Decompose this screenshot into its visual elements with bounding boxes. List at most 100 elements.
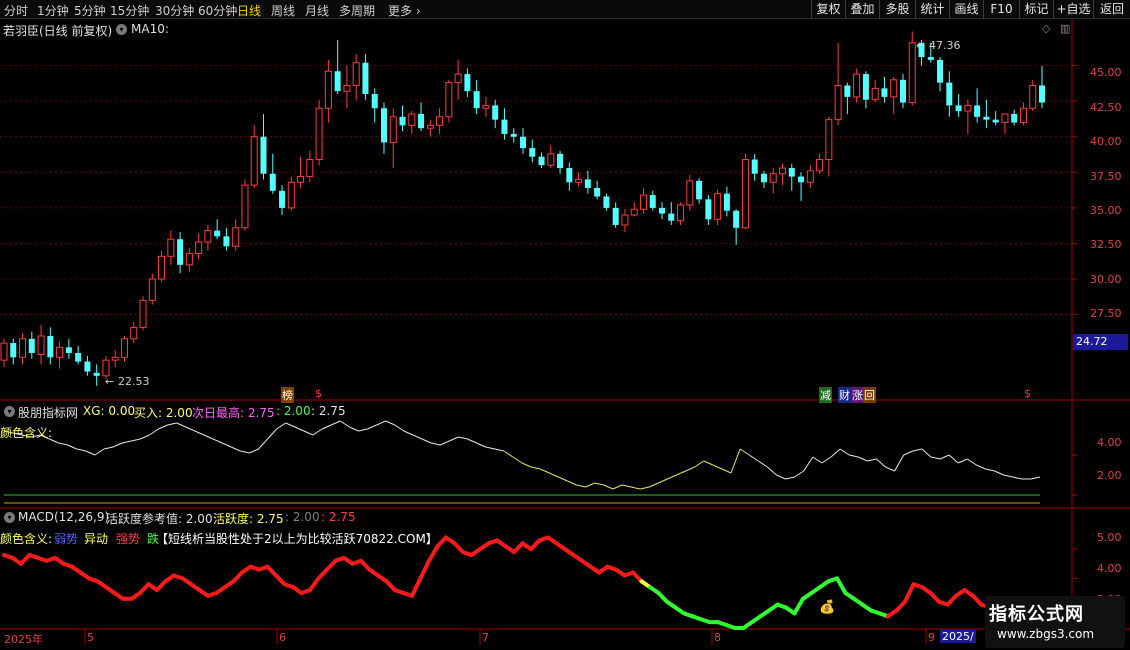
candle-body	[510, 133, 517, 137]
candle-body	[946, 82, 953, 106]
candle-body	[696, 180, 703, 200]
panel1-line-segment	[330, 420, 341, 426]
candle-body	[1029, 85, 1037, 109]
candle-body	[352, 62, 360, 86]
panel1-line-segment	[912, 448, 922, 452]
panel1-line-segment	[703, 460, 714, 466]
candle-body	[10, 343, 17, 358]
candle-body	[723, 193, 730, 211]
marker-dollar[interactable]: $	[1024, 387, 1031, 400]
candle-body	[482, 104, 490, 109]
candle-body	[148, 278, 156, 301]
panel2-note: 【短线析当股性处于2以上为比较活跃70822.COM】	[156, 532, 438, 546]
legend-move: 异动	[84, 532, 109, 546]
panel1-line-segment	[821, 456, 832, 464]
panel1-line-segment	[449, 436, 459, 442]
candle-body	[464, 74, 471, 92]
candle-body	[686, 180, 694, 206]
panel1-line-segment	[721, 468, 732, 474]
panel2-tick: 5.00	[1097, 531, 1122, 544]
candle-body	[806, 170, 814, 183]
low-price-label: 22.53	[118, 375, 150, 388]
high-price-label: 47.36	[929, 39, 961, 52]
panel1-line-segment	[758, 460, 768, 468]
panel2-line-segment	[308, 576, 321, 593]
candle-body	[287, 181, 295, 209]
candle-body	[371, 94, 378, 109]
panel2-tick: 4.00	[1097, 562, 1122, 575]
panel1-line-segment	[830, 448, 841, 458]
candle-body	[834, 85, 842, 121]
marker-finance[interactable]: 财	[838, 387, 851, 403]
panel1-line-segment	[149, 428, 159, 436]
candle-body	[798, 176, 805, 183]
panel1-line-segment	[440, 440, 450, 446]
panel1-line-segment	[748, 454, 759, 462]
panel1-line-segment	[585, 482, 595, 488]
panel1-line-segment	[85, 450, 96, 456]
panel1-line-segment	[285, 422, 296, 428]
panel1-line-segment	[894, 454, 905, 472]
marker-reduce[interactable]: 减	[819, 387, 832, 403]
watermark: 指标公式网 www.zbgs3.com	[985, 596, 1125, 648]
candle-body	[232, 227, 240, 247]
marker-dollar[interactable]: $	[315, 387, 322, 400]
candle-body	[362, 62, 369, 95]
candle-body	[93, 372, 100, 376]
chevron-down-icon[interactable]: ▾	[4, 512, 15, 523]
candle-body	[890, 79, 898, 98]
candle-body	[937, 59, 944, 83]
current-price-tag: 24.72	[1073, 334, 1128, 350]
panel2-line-segment	[792, 596, 805, 616]
panel1-line-segment	[640, 486, 650, 490]
candle-body	[649, 195, 656, 208]
candle-body	[816, 159, 824, 172]
panel2-legend-title: 颜色含义:	[0, 532, 53, 546]
chevron-down-icon[interactable]: ▾	[116, 24, 127, 35]
candle-body	[102, 359, 110, 377]
panel1-line-segment	[249, 448, 259, 454]
panel1-line-segment	[158, 424, 168, 430]
panel2-value-a: : 2.00	[285, 510, 320, 524]
candle-body	[844, 85, 851, 97]
candle-body	[56, 346, 64, 358]
panel1-line-segment	[312, 428, 323, 436]
panel1-next-high: 次日最高: 2.75	[192, 406, 275, 420]
candle-body	[269, 173, 276, 191]
price-tick: 40.00	[1090, 135, 1122, 148]
price-tick: 27.50	[1090, 307, 1122, 320]
window-icon[interactable]: ▥	[1060, 22, 1070, 35]
panel1-line-segment	[176, 422, 186, 428]
panel1-line-segment	[930, 456, 941, 460]
panel1-line-segment	[421, 438, 432, 444]
candle-body	[575, 178, 583, 183]
panel1-line-segment	[667, 474, 677, 480]
panel1-line-segment	[203, 434, 214, 440]
chevron-down-icon[interactable]: ▾	[4, 406, 15, 417]
panel2-title: MACD(12,26,9)	[18, 510, 110, 524]
candle-body	[871, 87, 879, 101]
panel1-line-segment	[1012, 476, 1022, 480]
marker-back[interactable]: 回	[863, 387, 876, 403]
panel1-line-segment	[385, 420, 395, 426]
candle-body	[343, 85, 351, 92]
candle-body	[75, 353, 82, 362]
candle-body	[185, 252, 193, 266]
panel1-line-segment	[767, 466, 777, 476]
candle-body	[612, 207, 619, 225]
candle-body	[1001, 113, 1009, 124]
candle-body	[825, 119, 833, 160]
panel1-line-segment	[167, 422, 177, 426]
stock-title: 若羽臣(日线 前复权)	[3, 24, 113, 38]
date-label: 2025年	[4, 633, 43, 646]
candle-body	[881, 88, 888, 97]
marker-rank[interactable]: 榜	[281, 387, 294, 403]
candle-body	[167, 238, 175, 257]
price-tick: 42.50	[1090, 101, 1122, 114]
candle-body	[436, 116, 444, 126]
diamond-icon[interactable]: ◇	[1042, 22, 1050, 35]
chart-canvas	[0, 19, 1130, 645]
date-label: 8	[714, 631, 721, 644]
panel1-line-segment	[140, 434, 150, 440]
panel1-line-segment	[58, 442, 68, 446]
